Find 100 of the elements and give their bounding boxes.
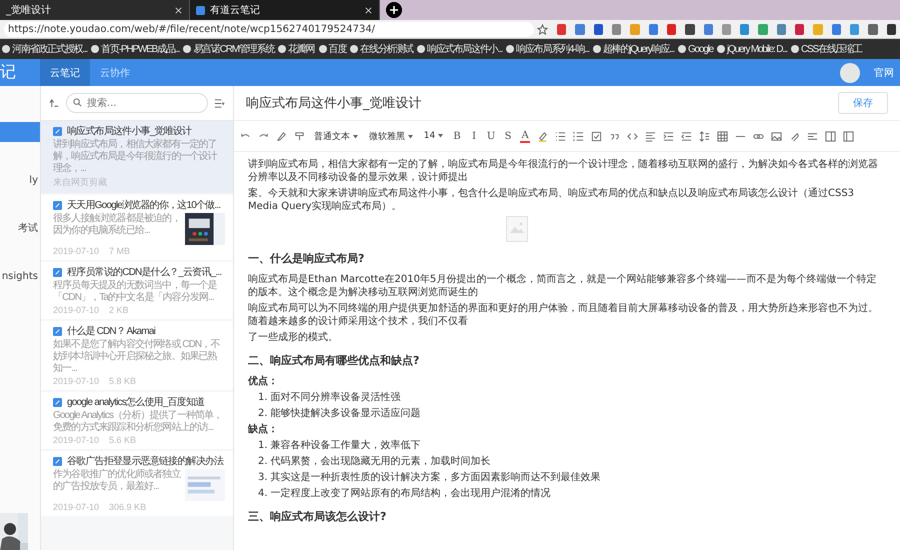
extension-icon[interactable] — [594, 24, 603, 34]
format-button[interactable]: S — [503, 130, 514, 142]
align-icon[interactable] — [645, 130, 656, 142]
star-icon[interactable] — [537, 24, 548, 34]
checkbox-icon[interactable] — [591, 130, 602, 142]
label: 缺点： — [248, 423, 279, 436]
bookmark[interactable]: 河南省政正式授权... — [2, 42, 88, 56]
note-icon — [53, 127, 62, 136]
sidebar-item[interactable]: nsights — [0, 266, 40, 286]
search-field[interactable]: 搜索... — [66, 93, 208, 113]
note-icon — [53, 327, 62, 336]
bookmark[interactable]: 响应布局系列4-响... — [506, 42, 589, 56]
note-meta: 2019-07-10 5.6 KB — [53, 435, 138, 445]
paragraph: 了一些成形的模式。 — [248, 331, 339, 344]
list-item: 1. 兼容各种设备工作量大，效率低下 — [258, 439, 422, 452]
note-snippet: Google Analytics（分析）提供了一种简单，免费的方式来跟踪和分析您网站上的访... — [53, 410, 224, 434]
bookmark[interactable]: 在线分析测试 — [350, 42, 413, 56]
note-snippet: 作为谷歌推广的优化师或者独立的广告投放专员，最羞好... — [53, 469, 181, 494]
note-meta: 2019-07-10 2 KB — [53, 305, 130, 315]
note-title-field[interactable]: 响应式布局这件小事_觉唯设计 — [246, 94, 838, 112]
bookmark[interactable]: 首页-PHPWEB成品... — [91, 42, 180, 56]
extension-icon[interactable] — [795, 24, 804, 34]
dropdown[interactable]: 微软雅黑 — [366, 130, 415, 142]
indent-icon[interactable] — [663, 130, 674, 142]
heading: 一、什么是响应式布局? — [248, 252, 366, 265]
table-icon[interactable] — [717, 130, 728, 142]
caret-icon — [438, 134, 444, 138]
code-icon[interactable] — [627, 130, 638, 142]
paragraph: 响应式布局是Ethan Marcotte在2010年5月份提出的一个概念，简而言之，就是一个网站能够兼容多个终端——而不是为每个终端做一个特定的版本。这个概念是为解决移动互联网浏览而诞生的 — [248, 273, 878, 299]
bookmark[interactable]: 花瓣网 — [278, 42, 315, 56]
note-item[interactable]: 响应式布局这件小事_觉唯设计 讲到响应式布局，相信大家都有一定的了解，响应式布局是今年很流行的一个设计理念，... 来自网页剪藏 — [41, 121, 233, 193]
note-icon — [53, 398, 62, 407]
list-item: 2. 能够快捷解决多设备显示适应问题 — [258, 407, 422, 420]
note-item[interactable]: 天天用Google浏览器的你，这10个做... 很多人接触浏览器都是被迫的，因为你的电脑系统已给... 2019-07-10 7 MB — [41, 195, 233, 260]
extension-icon[interactable] — [886, 24, 896, 34]
note-meta: 2019-07-10 7 MB — [53, 246, 132, 256]
bookmark[interactable]: jQuery Mobile: D... — [716, 44, 787, 54]
note-title: 什么是 CDN？ Akamai — [67, 326, 156, 338]
note-snippet: 很多人接触浏览器都是被迫的，因为你的电脑系统已给... — [53, 213, 181, 238]
note-snippet: 程序员每天提及的无数词当中，每一个是「CDN」，Ta的中文名是「内容分发网... — [53, 280, 218, 304]
browser-tab[interactable]: 有道云笔记 — [190, 0, 380, 20]
list-item: 4. 一定程度上改变了网站原有的布局结构，会出现用户混淆的情况 — [258, 487, 552, 500]
numbered-list-icon[interactable] — [573, 130, 584, 142]
sidebar-item[interactable]: ly — [0, 170, 40, 190]
note-icon — [53, 201, 62, 210]
note-item[interactable]: 谷歌广告拒登显示恶意链接的解决办法 作为谷歌推广的优化师或者独立的广告投放专员，最羞好... 2019-07-10 306.9 KB — [41, 451, 233, 516]
note-title: 天天用Google浏览器的你，这10个做... — [67, 200, 220, 212]
bookmark[interactable]: 响应式布局这件小... — [416, 42, 502, 56]
outdent-icon[interactable] — [681, 130, 692, 142]
close-icon[interactable] — [364, 6, 373, 14]
extension-icon[interactable] — [868, 24, 878, 34]
address-field[interactable]: https://note.youdao.com/web/#/file/recent/note/wcp1562740179524734/ — [4, 22, 534, 36]
logo-text: 记 — [0, 61, 17, 83]
browser-tab[interactable]: _觉唯设计 — [0, 0, 190, 20]
note-icon — [53, 457, 62, 466]
close-icon[interactable] — [174, 6, 183, 14]
note-item[interactable]: 什么是 CDN？ Akamai 如果不是您了解内容交付网络或 CDN，不妨到本培训中心开启探秘之旅。如果已熟知一... 2019-07-10 5.8 KB — [41, 321, 233, 390]
format-painter-icon[interactable] — [294, 130, 305, 142]
note-item[interactable]: 程序员常说的CDN是什么？_云资讯_... 程序员每天提及的无数词当中，每一个是「CDN」，Ta的中文名是「内容分发网... 2019-07-10 2 KB — [41, 262, 233, 319]
paragraph: 讲到响应式布局，相信大家都有一定的了解，响应式布局是今年很流行的一个设计理念，随着移动互联网的盛行，为解决如今各式各样的浏览器分辨率以及不同移动设备的显示效果，设计师提出 — [248, 158, 879, 184]
format-button[interactable]: U — [486, 130, 496, 142]
dropdown[interactable]: 14 — [422, 131, 446, 141]
bullet-list-icon[interactable] — [555, 130, 566, 142]
list-view-icon[interactable] — [214, 98, 225, 108]
note-title: 谷歌广告拒登显示恶意链接的解决办法 — [67, 456, 224, 468]
format-button[interactable]: B — [452, 130, 462, 142]
paragraph: 案。今天就和大家来讲讲响应式布局这件小事，包含什么是响应式布局、响应式布局的优点和缺点以及响应式布局该怎么设计（通过CSS3 Media Query实现响应式布局）。 — [248, 187, 856, 213]
bookmark[interactable]: CSS在线压缩工 — [791, 42, 862, 56]
heading: 三、响应式布局该怎么设计? — [248, 510, 388, 523]
note-snippet: 讲到响应式布局，相信大家都有一定的了解，响应式布局是今年很流行的一个设计理念，... — [53, 139, 218, 175]
sidebar-item[interactable]: 考试 — [0, 218, 40, 238]
list-item: 1. 面对不同分辨率设备灵活性强 — [258, 391, 402, 404]
font-color-button[interactable]: A — [520, 130, 530, 142]
highlighter-icon[interactable] — [537, 130, 548, 142]
nav-tab[interactable]: 云笔记 — [40, 59, 90, 86]
note-item[interactable]: google analytics怎么使用_百度知道 Google Analytics（分析）提供了一种简单，免费的方式来跟踪和分析您网站上的访... 2019-07-10 5.6 KB — [41, 392, 233, 449]
panel-icon[interactable] — [843, 130, 854, 142]
bookmark[interactable]: Google — [678, 44, 713, 54]
note-icon — [53, 268, 62, 277]
heading: 二、响应式布局有哪些优点和缺点? — [248, 354, 420, 367]
note-meta: 来自网页剪藏 — [53, 176, 108, 189]
format-button[interactable]: I — [469, 130, 480, 142]
note-logo-icon — [196, 6, 205, 14]
image-icon[interactable] — [771, 130, 782, 142]
label: 优点： — [248, 375, 279, 388]
bookmark[interactable]: 百度 — [318, 42, 346, 56]
note-title: google analytics怎么使用_百度知道 — [67, 397, 204, 409]
note-snippet: 如果不是您了解内容交付网络或 CDN，不妨到本培训中心开启探秘之旅。如果已熟知一... — [53, 339, 221, 375]
list-item: 3. 其实这是一种折衷性质的设计解决方案，多方面因素影响而达不到最佳效果 — [258, 471, 602, 484]
bookmark[interactable]: 超棒的jQuery响应... — [592, 42, 674, 56]
avatar[interactable] — [840, 62, 860, 82]
caret-icon — [408, 134, 413, 138]
bookmark[interactable]: 易宫诺CRM管理系统 — [183, 42, 274, 56]
save-button[interactable]: 保存 — [838, 92, 888, 114]
search-icon — [73, 98, 82, 107]
extension-icon[interactable] — [685, 24, 694, 34]
dropdown[interactable]: 普通文本 — [312, 130, 360, 142]
columns-icon[interactable] — [825, 130, 836, 142]
line-height-icon[interactable] — [699, 130, 710, 142]
new-tab-icon[interactable] — [386, 2, 402, 18]
